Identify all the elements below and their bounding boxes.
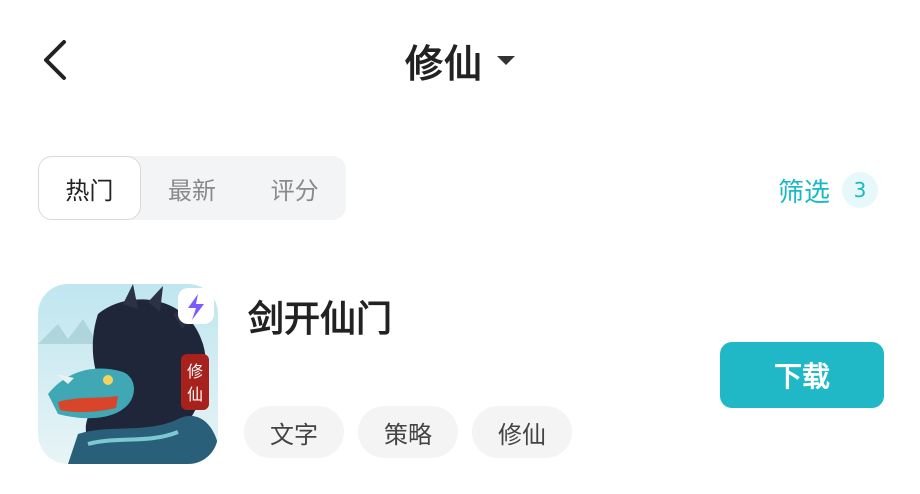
- filter-button[interactable]: 筛选 3: [778, 168, 879, 212]
- tab-hot[interactable]: 热门: [38, 156, 141, 220]
- app-tags: 文字 策略 修仙: [244, 406, 572, 458]
- app-title[interactable]: 剑开仙门: [248, 290, 392, 342]
- app-icon[interactable]: 修 仙: [38, 284, 218, 464]
- caret-down-icon: [497, 55, 515, 65]
- tab-newest[interactable]: 最新: [141, 156, 244, 220]
- filter-count-badge: 3: [842, 172, 879, 208]
- app-tag[interactable]: 策略: [358, 406, 458, 458]
- page-title: 修仙: [404, 41, 483, 86]
- tab-rating[interactable]: 评分: [243, 156, 346, 220]
- dragon-game-icon: 修 仙: [38, 284, 218, 464]
- svg-text:修: 修: [187, 362, 203, 381]
- app-tag[interactable]: 修仙: [472, 406, 572, 458]
- app-tag[interactable]: 文字: [244, 406, 344, 458]
- svg-text:仙: 仙: [187, 385, 203, 404]
- download-button[interactable]: 下载: [720, 342, 884, 408]
- filter-label: 筛选: [778, 177, 831, 208]
- title-dropdown[interactable]: 修仙: [0, 30, 920, 90]
- sort-tabs: 热门 最新 评分: [38, 156, 346, 220]
